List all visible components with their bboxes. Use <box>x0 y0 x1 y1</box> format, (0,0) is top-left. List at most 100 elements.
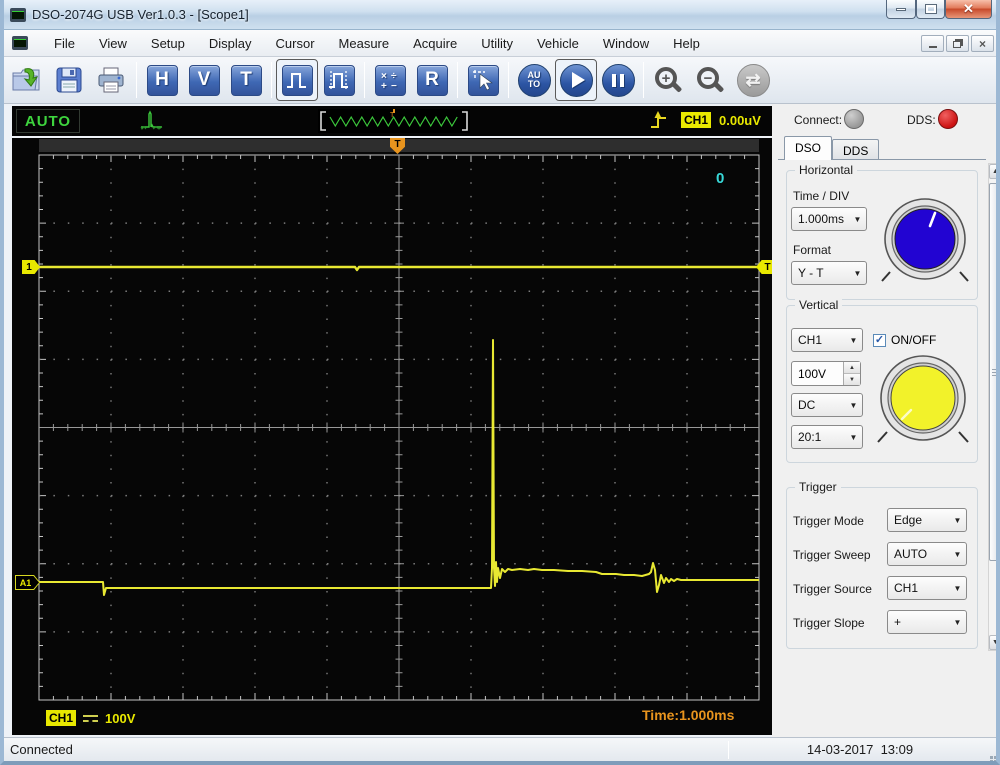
horizontal-group: Horizontal Time / DIV 1.000ms ▼ Format Y … <box>786 163 978 300</box>
acquisition-mode-readout: AUTO <box>16 109 80 133</box>
save-button[interactable] <box>48 59 90 101</box>
acquisition-count: 0 <box>716 170 725 187</box>
horizontal-knob[interactable] <box>877 195 973 287</box>
menu-item-utility[interactable]: Utility <box>469 32 525 55</box>
trigger-group-title: Trigger <box>795 480 841 494</box>
chevron-down-icon: ▼ <box>953 583 962 593</box>
dds-label: DDS: <box>907 113 936 127</box>
print-button[interactable] <box>90 59 132 101</box>
volts-div-spinner[interactable]: 100V ▲ ▼ <box>791 361 861 386</box>
scroll-up-icon[interactable]: ▲ <box>989 164 996 179</box>
pause-button[interactable] <box>597 59 639 101</box>
panel-tabs: DSO DDS <box>784 136 880 160</box>
reference-button[interactable]: R <box>411 59 453 101</box>
connect-label: Connect: <box>794 113 843 127</box>
zoom-out-button[interactable]: − <box>690 59 732 101</box>
connection-status: Connected <box>10 742 73 757</box>
maximize-button[interactable] <box>916 0 945 19</box>
menu-item-acquire[interactable]: Acquire <box>401 32 469 55</box>
trigger-slope-select[interactable]: + ▼ <box>887 610 967 634</box>
resize-grip[interactable] <box>994 756 996 759</box>
toolbar-separator <box>457 62 458 98</box>
menu-item-file[interactable]: File <box>42 32 87 55</box>
trigger-mode-select[interactable]: Edge ▼ <box>887 508 967 532</box>
scope-graticule <box>38 154 760 701</box>
scroll-down-icon[interactable]: ▼ <box>989 635 996 650</box>
document-icon <box>12 36 28 50</box>
close-button[interactable]: ✕ <box>945 0 992 19</box>
cursor-measure-button[interactable] <box>462 59 504 101</box>
panel-scrollbar[interactable]: ▲ ▼ <box>988 163 996 651</box>
probe-ratio-select[interactable]: 20:1 ▼ <box>791 425 863 449</box>
tab-dso[interactable]: DSO <box>784 136 833 160</box>
statusbar-separator <box>728 741 729 759</box>
trigger-sweep-label: Trigger Sweep <box>793 548 871 562</box>
open-file-button[interactable] <box>6 59 48 101</box>
autoset-button[interactable]: AU TO <box>513 59 555 101</box>
coupling-select[interactable]: DC ▼ <box>791 393 863 417</box>
menu-item-cursor[interactable]: Cursor <box>264 32 327 55</box>
toolbar-separator <box>643 62 644 98</box>
trigger-source-label: Trigger Source <box>793 582 872 596</box>
menu-item-view[interactable]: View <box>87 32 139 55</box>
control-panel: Connect: DDS: DSO DDS Horizontal Time / … <box>772 104 996 738</box>
horizontal-setup-button[interactable]: H <box>141 59 183 101</box>
restore-icon <box>952 40 961 48</box>
menu-item-help[interactable]: Help <box>661 32 712 55</box>
zoom-out-icon: − <box>697 67 719 89</box>
channel-select[interactable]: CH1 ▼ <box>791 328 863 352</box>
minimize-icon <box>928 46 937 48</box>
menu-item-vehicle[interactable]: Vehicle <box>525 32 591 55</box>
minimize-button[interactable] <box>886 0 916 19</box>
vertical-setup-button[interactable]: V <box>183 59 225 101</box>
pulse-single-button[interactable] <box>276 59 318 101</box>
close-icon: × <box>978 36 986 51</box>
spin-down-icon[interactable]: ▼ <box>844 374 860 385</box>
waveform-preview[interactable]: T <box>318 109 470 133</box>
menu-item-setup[interactable]: Setup <box>139 32 197 55</box>
menu-item-measure[interactable]: Measure <box>327 32 402 55</box>
open-file-icon <box>12 68 40 91</box>
connect-led <box>844 109 864 129</box>
math-button[interactable]: × ÷ + − <box>369 59 411 101</box>
time-per-div-readout: Time:1.000ms <box>642 707 735 723</box>
reference-icon: R <box>416 64 448 96</box>
time-div-select[interactable]: 1.000ms ▼ <box>791 207 867 231</box>
zoom-in-button[interactable]: + <box>648 59 690 101</box>
scrollbar-thumb[interactable] <box>989 183 996 561</box>
chevron-down-icon: ▼ <box>953 515 962 525</box>
toolbar-separator <box>364 62 365 98</box>
transfer-button[interactable]: ⇄ <box>732 59 774 101</box>
pulse-train-button[interactable] <box>318 59 360 101</box>
chevron-down-icon: ▼ <box>849 400 858 410</box>
trigger-source-select[interactable]: CH1 ▼ <box>887 576 967 600</box>
menu-bar: File View Setup Display Cursor Measure Acquire… <box>4 30 996 57</box>
close-icon: ✕ <box>963 1 974 16</box>
channel-onoff[interactable]: ✓ ON/OFF <box>873 333 936 347</box>
run-button[interactable] <box>555 59 597 101</box>
menu-item-window[interactable]: Window <box>591 32 661 55</box>
horizontal-group-title: Horizontal <box>795 163 858 177</box>
tab-dds[interactable]: DDS <box>832 139 880 160</box>
menu-item-display[interactable]: Display <box>197 32 264 55</box>
child-minimize-button[interactable] <box>921 35 944 52</box>
chevron-down-icon: ▼ <box>849 432 858 442</box>
checkbox-checked-icon[interactable]: ✓ <box>873 333 886 347</box>
child-close-button[interactable]: × <box>971 35 994 52</box>
vertical-knob[interactable] <box>873 352 973 448</box>
spin-up-icon[interactable]: ▲ <box>844 362 860 374</box>
trigger-sweep-select[interactable]: AUTO ▼ <box>887 542 967 566</box>
vertical-group: Vertical CH1 ▼ ✓ ON/OFF 100V ▲ ▼ DC ▼ 20:1 ▼ <box>786 298 978 463</box>
chevron-down-icon: ▼ <box>849 335 858 345</box>
transfer-icon: ⇄ <box>745 69 761 90</box>
toolbar-separator <box>508 62 509 98</box>
math-icon: × ÷ + − <box>381 71 397 92</box>
chevron-down-icon: ▼ <box>953 549 962 559</box>
child-restore-button[interactable] <box>946 35 969 52</box>
trigger-setup-button[interactable]: T <box>225 59 267 101</box>
toolbar-separator <box>136 62 137 98</box>
time-div-label: Time / DIV <box>793 189 850 203</box>
cursor-measure-icon <box>473 70 493 91</box>
format-select[interactable]: Y - T ▼ <box>791 261 867 285</box>
play-icon <box>571 72 585 88</box>
